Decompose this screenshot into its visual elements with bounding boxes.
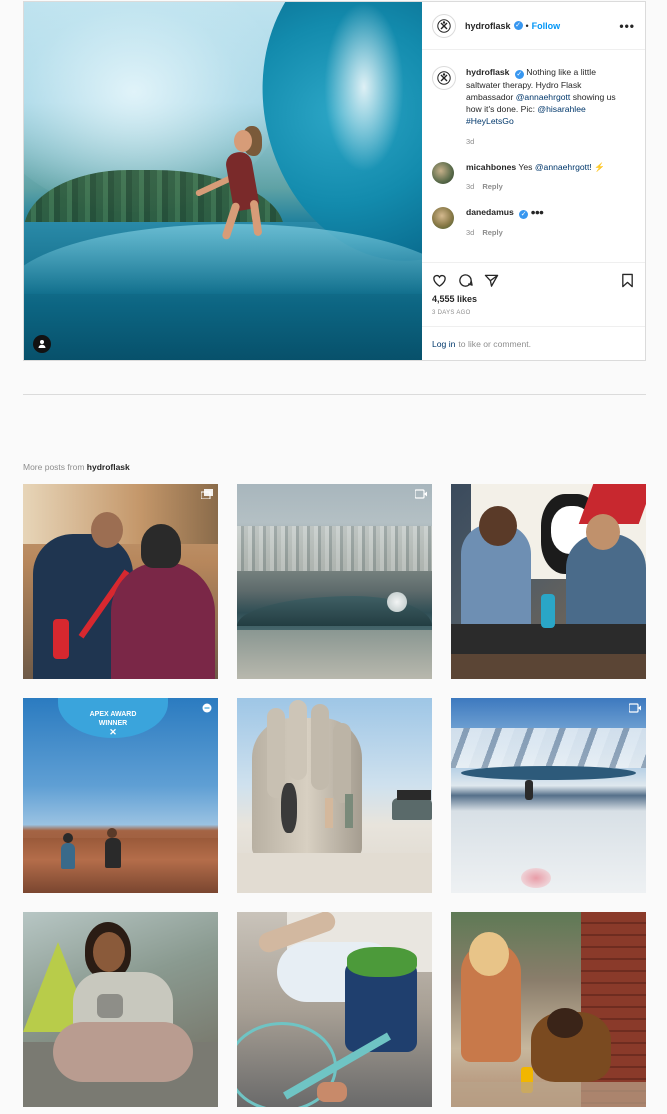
caption: hydroflask ✓ Nothing like a little saltw… [432, 50, 635, 127]
avatar[interactable] [432, 13, 456, 38]
award-badge-text: APEX AWARD WINNER ✕ [77, 710, 149, 737]
caption-username[interactable]: hydroflask [466, 67, 509, 77]
comments-section: hydroflask ✓ Nothing like a little saltw… [422, 50, 645, 262]
comment-meta: 3d Reply [466, 182, 605, 191]
post-thumbnail[interactable] [237, 912, 432, 1107]
comment-text: ●●● [530, 207, 545, 217]
reply-button[interactable]: Reply [482, 228, 502, 237]
login-prompt-text: to like or comment. [458, 338, 532, 349]
photo-surfer-head [234, 130, 252, 152]
comment-age: 3d [466, 182, 475, 191]
avatar[interactable] [432, 162, 454, 184]
comment: danedamus ✓ ●●● 3d Reply [432, 207, 635, 237]
caption-hashtag[interactable]: #HeyLetsGo [466, 116, 514, 126]
post-thumbnail[interactable] [451, 912, 646, 1107]
carousel-icon [201, 703, 213, 713]
login-link[interactable]: Log in [432, 339, 455, 349]
post-author-username[interactable]: hydroflask [465, 21, 511, 31]
more-posts-prefix: More posts from [23, 462, 85, 472]
bookmark-icon[interactable] [620, 273, 635, 288]
post-timestamp: 3 DAYS AGO [432, 310, 471, 316]
caption-age: 3d [466, 137, 475, 146]
comment-age: 3d [466, 228, 475, 237]
heart-icon[interactable] [432, 273, 447, 288]
caption-text: hydroflask ✓ Nothing like a little saltw… [466, 66, 626, 127]
comment-meta: 3d Reply [466, 228, 543, 237]
post-thumbnail[interactable] [237, 484, 432, 679]
separator-dot: • [525, 20, 529, 31]
post-header: hydroflask ✓ • Follow ••• [422, 2, 645, 50]
verified-icon: ✓ [519, 210, 529, 219]
hydroflask-logo-icon [437, 71, 451, 85]
avatar[interactable] [432, 207, 454, 229]
likes-count[interactable]: 4,555 likes [432, 294, 635, 304]
hydroflask-logo-icon [437, 18, 451, 33]
follow-button[interactable]: Follow [532, 21, 561, 31]
lightning-emoji: ⚡ [594, 162, 605, 172]
verified-icon: ✓ [514, 70, 524, 79]
comment-text: Yes [518, 162, 533, 172]
post-thumbnail[interactable] [237, 698, 432, 893]
more-posts-grid: APEX AWARD WINNER ✕ [23, 484, 646, 1107]
action-icons [432, 271, 635, 289]
comment-username[interactable]: micahbones [466, 162, 516, 172]
caption-mention[interactable]: @annaehrgott [516, 92, 571, 102]
more-options-icon[interactable]: ••• [619, 19, 635, 33]
post-photo[interactable] [24, 2, 422, 360]
tagged-user-icon[interactable] [33, 335, 51, 353]
comment-body: danedamus ✓ ●●● 3d Reply [466, 207, 545, 237]
carousel-icon [200, 489, 213, 500]
comment-icon[interactable] [458, 273, 473, 288]
photo-foam [324, 2, 404, 172]
comment-mention[interactable]: @annaehrgott! [535, 162, 592, 172]
video-icon [414, 489, 427, 499]
caption-mention-2[interactable]: @hisarahlee [537, 104, 585, 114]
reply-button[interactable]: Reply [482, 182, 502, 191]
award-line-1: APEX AWARD [89, 711, 137, 718]
award-logo-icon: ✕ [109, 727, 117, 737]
post-thumbnail[interactable] [23, 484, 218, 679]
post-thumbnail[interactable] [23, 912, 218, 1107]
section-divider [23, 394, 646, 395]
more-posts-heading: More posts from hydroflask [23, 462, 130, 472]
post-card: hydroflask ✓ • Follow ••• hydroflask ✓ N [23, 1, 646, 361]
comment: micahbones Yes @annaehrgott! ⚡ 3d Reply [432, 162, 635, 191]
post-thumbnail[interactable]: APEX AWARD WINNER ✕ [23, 698, 218, 893]
video-icon [628, 703, 641, 713]
comment-username[interactable]: danedamus [466, 207, 514, 217]
verified-icon: ✓ [513, 21, 523, 30]
share-icon[interactable] [484, 273, 499, 288]
avatar[interactable] [432, 66, 456, 90]
login-bar: Log in to like or comment. [422, 326, 645, 360]
post-thumbnail[interactable] [451, 698, 646, 893]
more-posts-username[interactable]: hydroflask [87, 462, 130, 472]
action-bar: 4,555 likes 3 DAYS AGO [422, 262, 645, 326]
post-sidebar: hydroflask ✓ • Follow ••• hydroflask ✓ N [422, 2, 645, 360]
comment-body: micahbones Yes @annaehrgott! ⚡ 3d Reply [466, 162, 605, 191]
post-thumbnail[interactable] [451, 484, 646, 679]
